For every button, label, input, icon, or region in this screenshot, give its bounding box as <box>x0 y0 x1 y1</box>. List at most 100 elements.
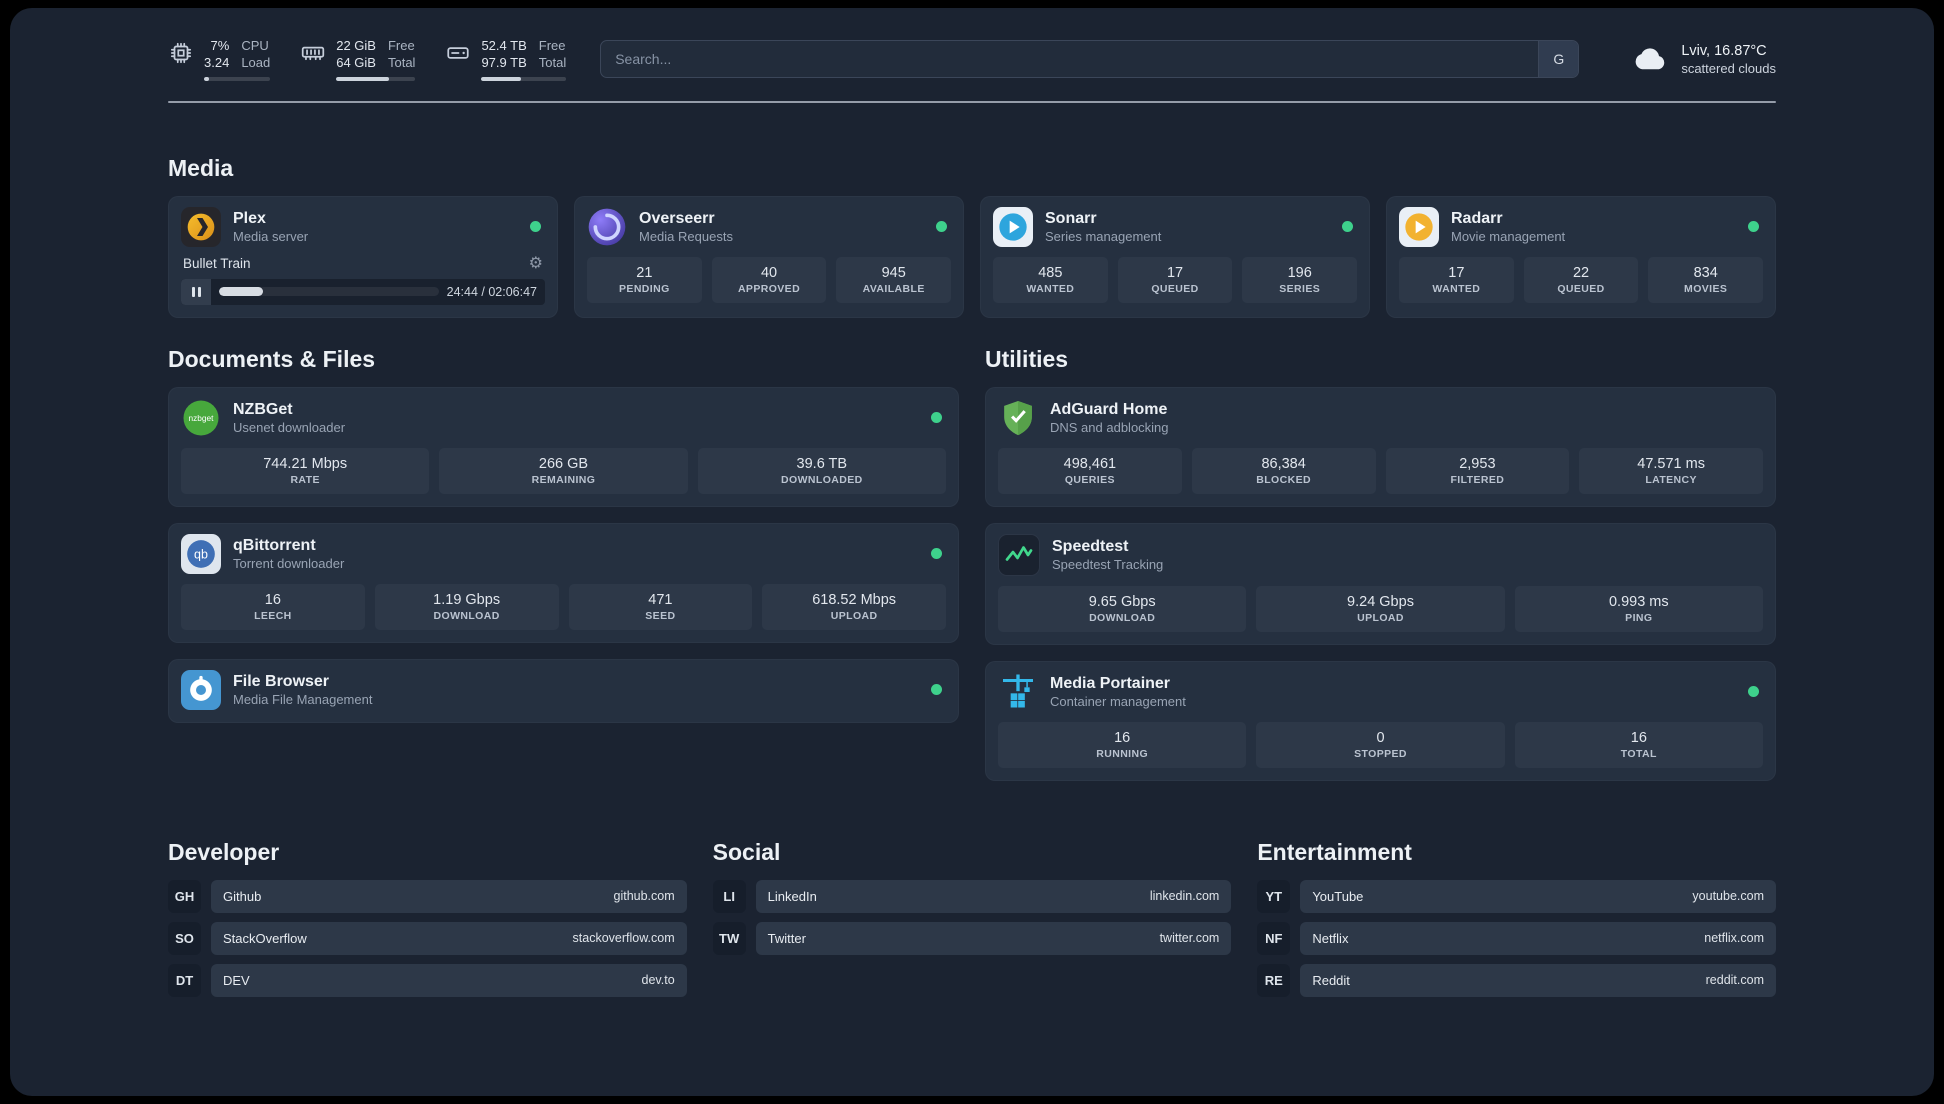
section-entertainment: Entertainment YT YouTube youtube.com NF N… <box>1257 839 1776 997</box>
portainer-icon <box>998 672 1038 712</box>
app-name: Plex <box>233 209 266 227</box>
stat-box: 1.19 Gbps DOWNLOAD <box>374 583 559 630</box>
bookmark-url: stackoverflow.com <box>572 931 675 946</box>
app-card-plex[interactable]: Plex Media server Bullet Train ⚙ 24:44 /… <box>168 195 558 318</box>
app-card-nzbget[interactable]: nzbget NZBGet Usenet downloader 744.21 M… <box>168 386 959 507</box>
bookmark-url: reddit.com <box>1705 973 1764 988</box>
app-subtitle: DNS and adblocking <box>1050 419 1169 435</box>
bookmark-name: Github <box>223 888 262 904</box>
status-dot <box>1748 686 1759 698</box>
stat-box: 196 SERIES <box>1242 256 1358 303</box>
disk-free-value: 52.4 TB <box>481 38 527 53</box>
stat-box: 834 MOVIES <box>1648 256 1764 303</box>
weather-widget[interactable]: Lviv, 16.87°C scattered clouds <box>1631 40 1776 78</box>
bookmark-stackoverflow[interactable]: SO StackOverflow stackoverflow.com <box>168 921 687 955</box>
app-card-adguard[interactable]: AdGuard Home DNS and adblocking 498,461 Q… <box>985 386 1776 507</box>
weather-location: Lviv, 16.87°C <box>1681 42 1767 59</box>
bookmark-name: StackOverflow <box>223 930 307 946</box>
bookmark-url: linkedin.com <box>1149 889 1220 904</box>
bookmark-abbr: YT <box>1257 879 1291 913</box>
dashboard-panel: 7% 3.24 CPU Load 22 GiB 64 GiB Free Tota… <box>10 8 1934 1096</box>
status-dot <box>530 221 541 233</box>
bookmark-dev[interactable]: DT DEV dev.to <box>168 963 687 997</box>
stat-box: 471 SEED <box>568 583 753 630</box>
stat-box: 16 RUNNING <box>998 721 1247 768</box>
search-input[interactable] <box>601 41 1539 78</box>
memory-total-value: 64 GiB <box>336 54 376 70</box>
section-title-media: Media <box>168 154 234 181</box>
app-subtitle: Usenet downloader <box>233 419 346 435</box>
section-developer: Developer GH Github github.com SO StackOv… <box>168 839 687 997</box>
disk-icon <box>445 40 471 66</box>
stat-box: 17 WANTED <box>1399 256 1514 303</box>
section-media: Media Plex Media server Bullet Train ⚙ 2… <box>168 155 1776 318</box>
app-name: NZBGet <box>233 400 293 418</box>
dashboard-screen: 7% 3.24 CPU Load 22 GiB 64 GiB Free Tota… <box>0 0 1944 1104</box>
topbar-divider <box>168 100 1776 103</box>
app-card-speedtest[interactable]: Speedtest Speedtest Tracking 9.65 Gbps DO… <box>985 522 1776 645</box>
bookmark-reddit[interactable]: RE Reddit reddit.com <box>1257 963 1776 997</box>
google-search-button[interactable]: G <box>1538 41 1579 78</box>
bookmark-abbr: LI <box>712 879 746 913</box>
app-card-sonarr[interactable]: Sonarr Series management 485 WANTED 17 QUE… <box>980 195 1370 318</box>
topbar: 7% 3.24 CPU Load 22 GiB 64 GiB Free Tota… <box>168 38 1776 81</box>
pause-button[interactable] <box>181 278 211 305</box>
app-card-qbittorrent[interactable]: qb qBittorrent Torrent downloader 16 LEEC… <box>168 522 959 643</box>
bookmark-twitter[interactable]: TW Twitter twitter.com <box>712 921 1232 955</box>
status-dot <box>1748 221 1759 233</box>
app-card-portainer[interactable]: Media Portainer Container management 16 R… <box>985 660 1776 781</box>
stat-box: 485 WANTED <box>993 256 1108 303</box>
speedtest-icon <box>998 533 1040 576</box>
status-dot <box>936 221 947 233</box>
stat-box: 945 AVAILABLE <box>836 256 952 303</box>
bookmark-abbr: SO <box>168 921 201 955</box>
svg-text:nzbget: nzbget <box>188 413 214 423</box>
app-name: qBittorrent <box>233 536 316 554</box>
app-card-radarr[interactable]: Radarr Movie management 17 WANTED 22 QUEUE… <box>1386 195 1776 318</box>
bookmark-netflix[interactable]: NF Netflix netflix.com <box>1257 921 1776 955</box>
stat-box: 498,461 QUERIES <box>998 447 1182 494</box>
section-title-utilities: Utilities <box>985 345 1069 372</box>
stat-box: 47.571 ms LATENCY <box>1579 447 1763 494</box>
stat-box: 17 QUEUED <box>1117 256 1233 303</box>
bookmark-linkedin[interactable]: LI LinkedIn linkedin.com <box>712 879 1232 913</box>
memory-free-value: 22 GiB <box>336 38 376 53</box>
app-subtitle: Container management <box>1050 693 1186 709</box>
bookmark-url: youtube.com <box>1692 889 1764 904</box>
stat-box: 9.24 Gbps UPLOAD <box>1256 585 1505 632</box>
section-utilities: Utilities AdGuard Home DNS and adblockin… <box>985 346 1776 781</box>
memory-progress-bar <box>336 76 416 81</box>
bookmark-github[interactable]: GH Github github.com <box>168 879 687 913</box>
bookmark-abbr: TW <box>712 921 746 955</box>
app-card-filebrowser[interactable]: File Browser Media File Management <box>168 658 959 723</box>
disk-free-label: Free <box>538 38 566 53</box>
sonarr-icon <box>993 206 1033 247</box>
stat-box: 22 QUEUED <box>1523 256 1639 303</box>
cpu-load-value: 3.24 <box>204 54 230 70</box>
playback-progress-track[interactable] <box>219 287 439 297</box>
bookmark-abbr: GH <box>168 879 201 913</box>
app-subtitle: Speedtest Tracking <box>1052 556 1164 572</box>
settings-gear-icon[interactable]: ⚙ <box>529 255 543 272</box>
now-playing-title: Bullet Train <box>183 256 251 272</box>
status-dot <box>931 684 942 696</box>
status-dot <box>931 412 942 424</box>
stat-box: 40 APPROVED <box>711 256 827 303</box>
section-title-developer: Developer <box>168 838 280 865</box>
cpu-icon <box>168 40 194 66</box>
search-bar: G <box>600 40 1580 79</box>
stat-box: 86,384 BLOCKED <box>1191 447 1376 494</box>
plex-now-playing: Bullet Train ⚙ 24:44 / 02:06:47 <box>181 255 545 305</box>
app-subtitle: Media server <box>233 228 309 244</box>
app-subtitle: Movie management <box>1451 228 1566 244</box>
app-name: Sonarr <box>1045 209 1097 227</box>
app-card-overseerr[interactable]: Overseerr Media Requests 21 PENDING 40 APP… <box>574 195 964 318</box>
filebrowser-icon <box>181 669 221 710</box>
bookmark-youtube[interactable]: YT YouTube youtube.com <box>1257 879 1776 913</box>
playback-time: 24:44 / 02:06:47 <box>446 284 537 299</box>
overseerr-icon <box>587 207 627 247</box>
app-subtitle: Torrent downloader <box>233 555 345 571</box>
app-name: Speedtest <box>1052 537 1129 555</box>
memory-free-label: Free <box>387 38 415 53</box>
app-name: File Browser <box>233 672 330 690</box>
